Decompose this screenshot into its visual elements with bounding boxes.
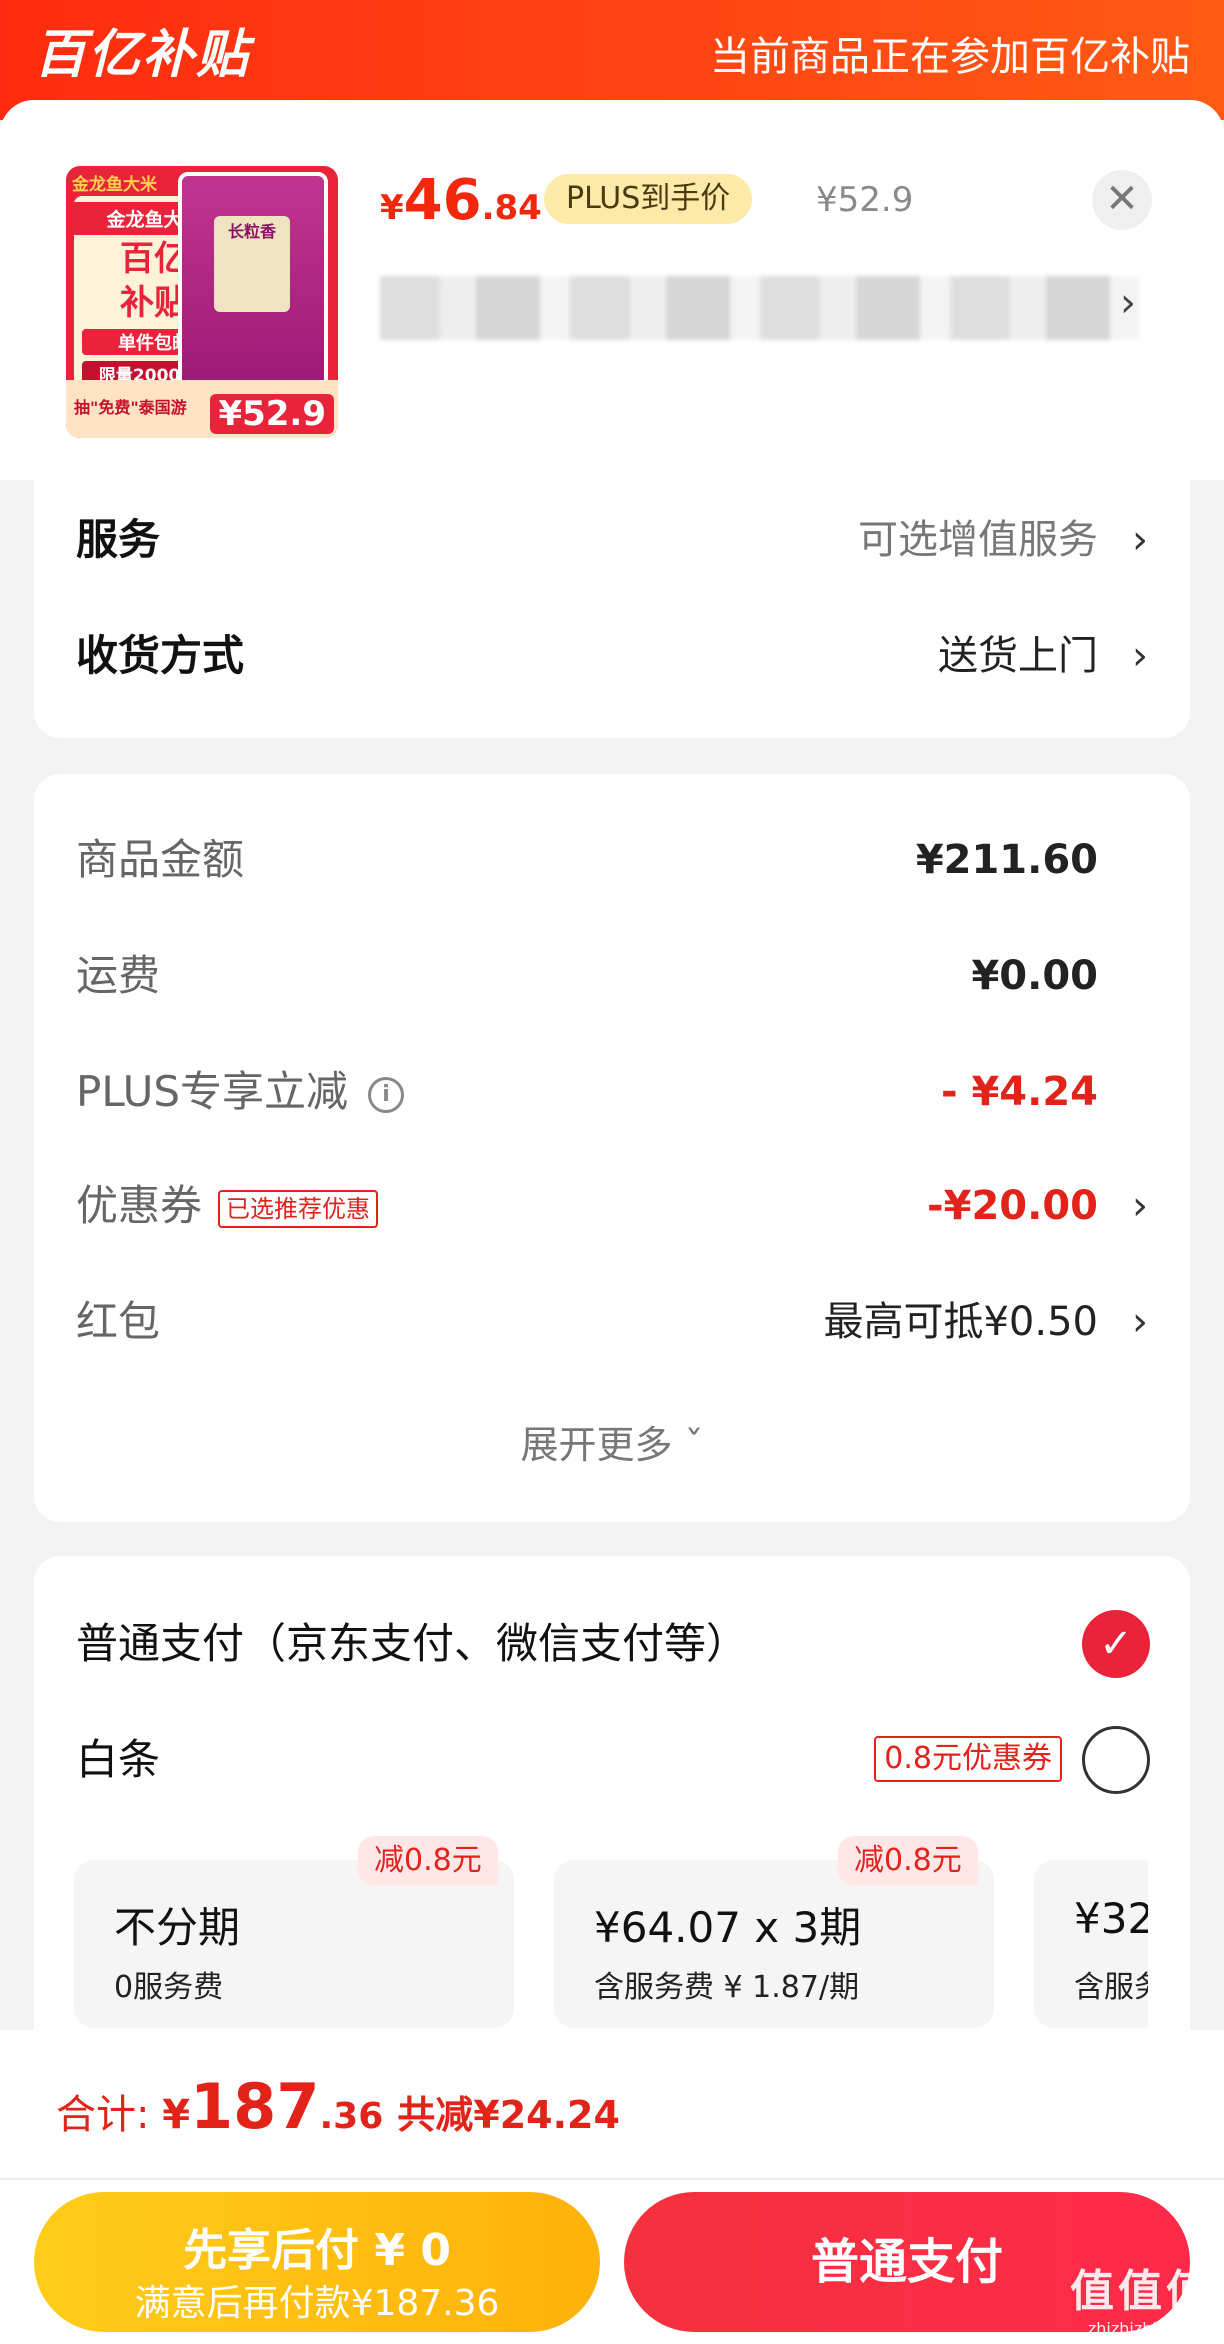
radio-button[interactable] xyxy=(1082,1726,1150,1794)
original-price: ¥52.9 xyxy=(816,180,914,220)
subsidy-note: 当前商品正在参加百亿补贴 xyxy=(710,34,1190,80)
baitiao-coupon-tag: 0.8元优惠券 xyxy=(874,1736,1062,1782)
shipping-label: 运费 xyxy=(76,951,161,1000)
thumb-price: ¥52.9 xyxy=(210,394,334,434)
plan-title: 不分期 xyxy=(114,1903,241,1952)
plus-price-badge: PLUS到手价 xyxy=(544,174,753,224)
price-currency: ¥ xyxy=(380,188,404,228)
rice-bag-label: 长粒香 xyxy=(214,216,290,312)
coupon-row[interactable]: 优惠券 已选推荐优惠 -¥20.00 › xyxy=(76,1176,1148,1236)
plus-discount-value: - ¥4.24 xyxy=(940,1069,1098,1115)
plus-discount-row: PLUS专享立减 i - ¥4.24 xyxy=(76,1062,1148,1122)
plan-title: ¥32 xyxy=(1074,1894,1148,1943)
thumb-brand-logo: 金龙鱼大米 xyxy=(72,175,157,195)
rice-bag-image: 长粒香 xyxy=(178,172,328,402)
total-decimal: .36 xyxy=(319,2096,384,2137)
normal-pay-option[interactable]: 普通支付（京东支付、微信支付等） ✓ xyxy=(76,1610,1190,1678)
goods-amount-row: 商品金额 ¥211.60 xyxy=(76,830,1148,890)
redpacket-label: 红包 xyxy=(76,1297,161,1346)
total-currency: ¥ xyxy=(162,2092,191,2138)
chevron-right-icon[interactable]: › xyxy=(1120,280,1136,326)
total-integer: 187 xyxy=(190,2070,320,2143)
redpacket-row[interactable]: 红包 最高可抵¥0.50 › xyxy=(76,1292,1148,1352)
thumb-promo-strip: 抽"免费"泰国游 ¥52.9 xyxy=(66,380,338,438)
service-value: 可选增值服务 xyxy=(858,517,1098,563)
service-card: 服务 可选增值服务 › 收货方式 送货上门 › xyxy=(34,480,1190,738)
pay-later-title: 先享后付 ¥ 0 xyxy=(183,2225,451,2276)
checkout-bar: 合计: ¥187.36 共减¥24.24 先享后付 ¥ 0 满意后再付款¥187.… xyxy=(0,2030,1224,2344)
checkmark-icon[interactable]: ✓ xyxy=(1082,1610,1150,1678)
chevron-right-icon: › xyxy=(1132,633,1148,679)
info-icon[interactable]: i xyxy=(368,1076,405,1113)
chevron-right-icon: › xyxy=(1132,1183,1148,1229)
plan-fee: 含服务费 ¥ 1.87/期 xyxy=(594,1970,860,2005)
normal-pay-label: 普通支付（京东支付、微信支付等） xyxy=(76,1619,749,1668)
shipping-value: ¥0.00 xyxy=(971,953,1098,999)
order-total: 合计: ¥187.36 共减¥24.24 xyxy=(56,2070,620,2143)
plan-discount-badge: 减0.8元 xyxy=(838,1836,978,1886)
shipping-row: 运费 ¥0.00 xyxy=(76,946,1148,1006)
site-watermark: 值值值 zhizhizhi.com xyxy=(1070,2255,1214,2338)
chevron-right-icon: › xyxy=(1132,1299,1148,1345)
goods-amount-label: 商品金额 xyxy=(76,835,245,884)
total-label: 合计: xyxy=(56,2092,163,2138)
divider xyxy=(0,2178,1224,2180)
installment-plans: 不分期 0服务费 ¥64.07 x 3期 含服务费 ¥ 1.87/期 ¥32 含… xyxy=(74,1860,1148,2028)
product-card: 金龙鱼大米 金龙鱼大米 百亿 补贴 单件包邮 限量20000件 长粒香 抽"免费… xyxy=(0,100,1224,480)
delivery-value: 送货上门 xyxy=(938,633,1098,679)
delivery-label: 收货方式 xyxy=(76,631,245,680)
goods-amount-value: ¥211.60 xyxy=(915,837,1098,883)
service-row[interactable]: 服务 可选增值服务 › xyxy=(76,510,1148,570)
plan-fee: 0服务费 xyxy=(114,1970,224,2005)
coupon-label: 优惠券 已选推荐优惠 xyxy=(76,1176,379,1236)
plan-card[interactable]: ¥32 含服务 xyxy=(1034,1860,1148,2028)
pay-later-button[interactable]: 先享后付 ¥ 0 满意后再付款¥187.36 xyxy=(34,2192,600,2332)
redpacket-value: 最高可抵¥0.50 xyxy=(823,1299,1098,1345)
brand-logo: 百亿补贴 xyxy=(34,25,251,85)
plan-discount-badge: 减0.8元 xyxy=(358,1836,498,1886)
watermark-logo: 值值值 xyxy=(1070,2266,1214,2317)
baitiao-label: 白条 xyxy=(76,1735,161,1784)
baitiao-option[interactable]: 白条 0.8元优惠券 xyxy=(76,1726,1190,1794)
product-name-blurred[interactable] xyxy=(380,276,1140,340)
product-thumbnail[interactable]: 金龙鱼大米 金龙鱼大米 百亿 补贴 单件包邮 限量20000件 长粒香 抽"免费… xyxy=(66,166,338,438)
watermark-url: zhizhizhi.com xyxy=(1087,2319,1197,2338)
plan-fee: 含服务 xyxy=(1074,1970,1148,2005)
service-label: 服务 xyxy=(76,515,161,564)
pay-later-subtitle: 满意后再付款¥187.36 xyxy=(134,2283,500,2324)
total-savings: 共减¥24.24 xyxy=(397,2093,620,2137)
coupon-value: -¥20.00 xyxy=(927,1183,1098,1229)
price-decimal: .84 xyxy=(481,188,542,228)
expand-more-button[interactable]: 展开更多 ˇ xyxy=(34,1414,1190,1469)
close-icon[interactable]: ✕ xyxy=(1092,170,1152,230)
price-integer: 46 xyxy=(403,168,482,233)
amounts-card: 商品金额 ¥211.60 运费 ¥0.00 PLUS专享立减 i - ¥4.24 … xyxy=(34,774,1190,1522)
plan-title: ¥64.07 x 3期 xyxy=(594,1903,862,1952)
thumb-promo-text: 抽"免费"泰国游 xyxy=(74,398,187,417)
coupon-text: 优惠券 xyxy=(76,1181,203,1230)
delivery-row[interactable]: 收货方式 送货上门 › xyxy=(76,626,1148,686)
plus-discount-text: PLUS专享立减 xyxy=(76,1067,349,1116)
plus-discount-label: PLUS专享立减 i xyxy=(76,1062,405,1122)
coupon-recommend-tag: 已选推荐优惠 xyxy=(218,1189,379,1228)
chevron-right-icon: › xyxy=(1132,517,1148,563)
